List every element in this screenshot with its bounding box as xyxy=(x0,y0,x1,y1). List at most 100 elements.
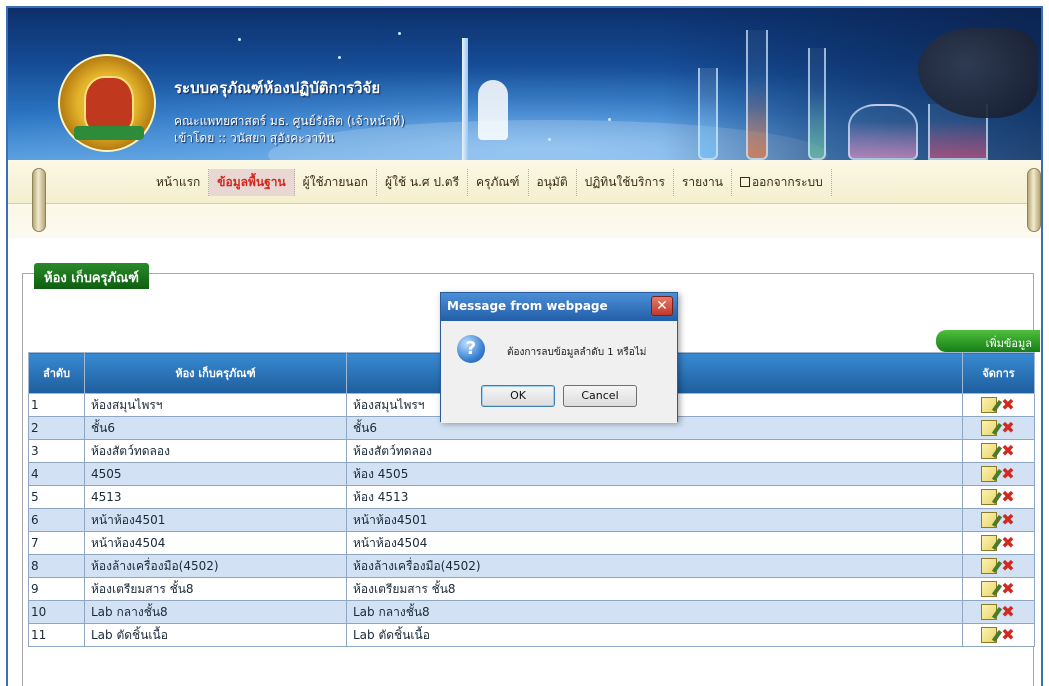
table-row: 8 ห้องล้างเครื่องมือ(4502) ห้องล้างเครื่อง… xyxy=(28,554,1035,578)
cell-actions: ✖ xyxy=(962,600,1035,624)
edit-icon[interactable] xyxy=(981,627,997,643)
delete-icon[interactable]: ✖ xyxy=(1000,558,1016,574)
cell-actions: ✖ xyxy=(962,531,1035,555)
ok-button[interactable]: OK xyxy=(481,385,555,407)
menu-item-master-data[interactable]: ข้อมูลพื้นฐาน xyxy=(209,168,295,196)
header-banner: ระบบครุภัณฑ์ห้องปฏิบัติการวิจัย คณะแพทยศ… xyxy=(8,8,1041,160)
cancel-button[interactable]: Cancel xyxy=(563,385,637,407)
delete-icon[interactable]: ✖ xyxy=(1000,466,1016,482)
cell-actions: ✖ xyxy=(962,508,1035,532)
dialog-title: Message from webpage xyxy=(447,299,608,313)
cell-room: ห้องสัตว์ทดลอง xyxy=(346,439,963,463)
menu-item-logout[interactable]: ออกจากระบบ xyxy=(732,168,832,196)
banner-dot xyxy=(238,38,241,41)
edit-icon[interactable] xyxy=(981,466,997,482)
delete-icon[interactable]: ✖ xyxy=(1000,581,1016,597)
menu-item-equipment[interactable]: ครุภัณฑ์ xyxy=(468,168,529,196)
delete-icon[interactable]: ✖ xyxy=(1000,489,1016,505)
edit-icon[interactable] xyxy=(981,558,997,574)
edit-icon[interactable] xyxy=(981,397,997,413)
menu-item-external-users[interactable]: ผู้ใช้ภายนอก xyxy=(295,168,378,196)
logged-in-user: เข้าโดย :: วนัสยา สุอังคะวาทิน xyxy=(174,131,335,145)
scroll-ornament-left xyxy=(32,168,46,232)
cell-storage-room: หน้าห้อง4501 xyxy=(84,508,347,532)
table-row: 10 Lab กลางชั้น8 Lab กลางชั้น8 ✖ xyxy=(28,600,1035,624)
delete-icon[interactable]: ✖ xyxy=(1000,535,1016,551)
site-title: ระบบครุภัณฑ์ห้องปฏิบัติการวิจัย xyxy=(174,79,381,97)
edit-icon[interactable] xyxy=(981,535,997,551)
cell-actions: ✖ xyxy=(962,623,1035,647)
banner-figure xyxy=(478,80,508,140)
cell-actions: ✖ xyxy=(962,462,1035,486)
column-header-actions: จัดการ xyxy=(962,352,1035,394)
dialog-close-button[interactable]: ✕ xyxy=(651,296,673,316)
scroll-ornament-right xyxy=(1027,168,1041,232)
delete-icon[interactable]: ✖ xyxy=(1000,627,1016,643)
cell-storage-room: ห้องล้างเครื่องมือ(4502) xyxy=(84,554,347,578)
banner-test-tube xyxy=(698,68,718,160)
cell-order: 10 xyxy=(28,600,85,624)
table-row: 4 4505 ห้อง 4505 ✖ xyxy=(28,462,1035,486)
table-body: 1 ห้องสมุนไพรฯ ห้องสมุนไพรฯ ✖ 2 ชั้น6 ชั้น6 ✖ 3 ห… xyxy=(28,393,1035,647)
table-row: 11 Lab ตัดชิ้นเนื้อ Lab ตัดชิ้นเนื้อ ✖ xyxy=(28,623,1035,647)
cell-order: 7 xyxy=(28,531,85,555)
menu-item-approve[interactable]: อนุมัติ xyxy=(529,168,577,196)
cell-room: ห้องล้างเครื่องมือ(4502) xyxy=(346,554,963,578)
cell-order: 3 xyxy=(28,439,85,463)
edit-icon[interactable] xyxy=(981,489,997,505)
table-row: 5 4513 ห้อง 4513 ✖ xyxy=(28,485,1035,509)
dialog-titlebar: Message from webpage ✕ xyxy=(441,293,677,321)
cell-room: ห้อง 4505 xyxy=(346,462,963,486)
edit-icon[interactable] xyxy=(981,420,997,436)
cell-storage-room: ชั้น6 xyxy=(84,416,347,440)
table-row: 3 ห้องสัตว์ทดลอง ห้องสัตว์ทดลอง ✖ xyxy=(28,439,1035,463)
delete-icon[interactable]: ✖ xyxy=(1000,397,1016,413)
edit-icon[interactable] xyxy=(981,604,997,620)
cell-storage-room: ห้องสมุนไพรฯ xyxy=(84,393,347,417)
cell-order: 1 xyxy=(28,393,85,417)
menu-item-undergrad-users[interactable]: ผู้ใช้ น.ศ ป.ตรี xyxy=(377,168,469,196)
cell-actions: ✖ xyxy=(962,554,1035,578)
cell-order: 11 xyxy=(28,623,85,647)
main-menu: หน้าแรก ข้อมูลพื้นฐาน ผู้ใช้ภายนอก ผู้ใช… xyxy=(148,168,832,196)
confirm-dialog: Message from webpage ✕ ? ต้องการลบข้อมูล… xyxy=(440,292,678,423)
menu-item-calendar[interactable]: ปฏิทินใช้บริการ xyxy=(577,168,674,196)
cell-room: ห้องเตรียมสาร ชั้น8 xyxy=(346,577,963,601)
cell-room: หน้าห้อง4504 xyxy=(346,531,963,555)
cell-actions: ✖ xyxy=(962,393,1035,417)
table-row: 9 ห้องเตรียมสาร ชั้น8 ห้องเตรียมสาร ชั้น8 ✖ xyxy=(28,577,1035,601)
cell-room: Lab กลางชั้น8 xyxy=(346,600,963,624)
banner-test-tube xyxy=(746,30,768,160)
university-logo xyxy=(58,54,156,152)
delete-icon[interactable]: ✖ xyxy=(1000,512,1016,528)
cell-actions: ✖ xyxy=(962,485,1035,509)
cell-room: ห้อง 4513 xyxy=(346,485,963,509)
banner-dot xyxy=(338,56,341,59)
cell-order: 5 xyxy=(28,485,85,509)
banner-test-tube xyxy=(808,48,826,160)
cell-room: หน้าห้อง4501 xyxy=(346,508,963,532)
edit-icon[interactable] xyxy=(981,512,997,528)
cell-actions: ✖ xyxy=(962,439,1035,463)
edit-icon[interactable] xyxy=(981,581,997,597)
submenu-bar xyxy=(8,204,1041,238)
column-header-storage-room: ห้อง เก็บครุภัณฑ์ xyxy=(84,352,347,394)
edit-icon[interactable] xyxy=(981,443,997,459)
cell-order: 9 xyxy=(28,577,85,601)
delete-icon[interactable]: ✖ xyxy=(1000,420,1016,436)
cell-storage-room: ห้องสัตว์ทดลอง xyxy=(84,439,347,463)
menu-item-home[interactable]: หน้าแรก xyxy=(148,168,210,196)
menu-item-report[interactable]: รายงาน xyxy=(674,168,732,196)
banner-dot xyxy=(608,118,611,121)
add-data-button[interactable]: เพิ่มข้อมูล xyxy=(936,330,1040,352)
cell-storage-room: Lab ตัดชิ้นเนื้อ xyxy=(84,623,347,647)
cell-order: 6 xyxy=(28,508,85,532)
logout-icon xyxy=(739,176,750,187)
dialog-message: ต้องการลบข้อมูลลำดับ 1 หรือไม่ xyxy=(507,347,647,358)
cell-storage-room: 4513 xyxy=(84,485,347,509)
cell-room: Lab ตัดชิ้นเนื้อ xyxy=(346,623,963,647)
delete-icon[interactable]: ✖ xyxy=(1000,604,1016,620)
delete-icon[interactable]: ✖ xyxy=(1000,443,1016,459)
banner-flask xyxy=(848,104,918,160)
section-legend: ห้อง เก็บครุภัณฑ์ xyxy=(34,263,149,289)
